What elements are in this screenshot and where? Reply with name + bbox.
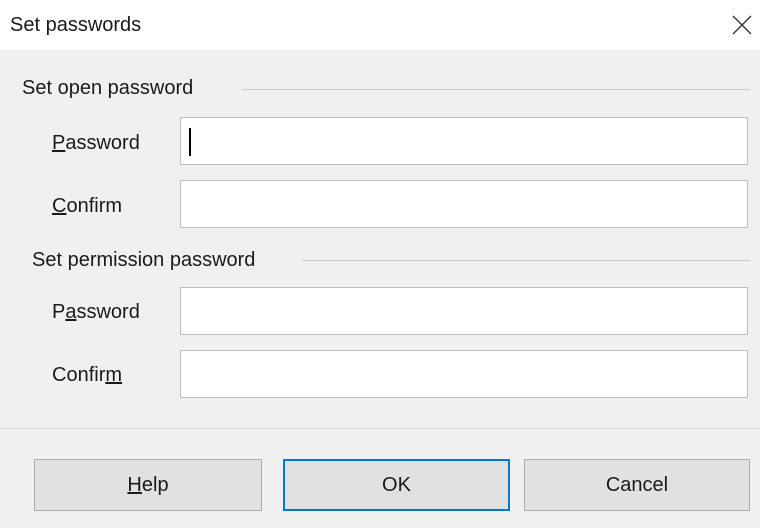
open-password-label-rest: assword bbox=[65, 132, 140, 154]
permission-password-heading: Set permission password bbox=[32, 248, 255, 272]
help-button-mnemonic: H bbox=[127, 473, 142, 496]
permission-confirm-label-pre: Confir bbox=[52, 364, 106, 386]
permission-password-label-pre: P bbox=[52, 301, 66, 323]
permission-password-label-mnemonic: a bbox=[65, 301, 77, 323]
permission-password-rule bbox=[302, 260, 750, 261]
ok-button[interactable]: OK bbox=[283, 459, 510, 511]
dialog-title: Set passwords bbox=[10, 14, 142, 36]
open-confirm-label-rest: onfirm bbox=[66, 195, 123, 217]
open-confirm-label-mnemonic: C bbox=[52, 195, 67, 217]
open-password-heading-text: Set open password bbox=[22, 77, 194, 99]
permission-confirm-input[interactable] bbox=[180, 350, 748, 398]
open-password-heading: Set open password bbox=[22, 76, 193, 100]
close-button[interactable] bbox=[725, 8, 759, 42]
help-button-label-rest: elp bbox=[141, 473, 169, 496]
text-caret bbox=[189, 128, 191, 156]
permission-confirm-label-mnemonic: m bbox=[105, 364, 123, 386]
open-password-input[interactable] bbox=[180, 117, 748, 165]
permission-password-heading-text: Set permission password bbox=[32, 249, 256, 271]
cancel-button[interactable]: Cancel bbox=[524, 459, 750, 511]
permission-password-label: Password bbox=[52, 300, 140, 324]
close-icon bbox=[732, 15, 752, 35]
open-password-rule bbox=[242, 89, 750, 90]
open-confirm-input[interactable] bbox=[180, 180, 748, 228]
permission-confirm-label: Confirm bbox=[52, 363, 122, 387]
permission-password-label-rest: ssword bbox=[76, 301, 140, 323]
open-password-label: Password bbox=[52, 131, 140, 155]
title-bar: Set passwords bbox=[0, 0, 760, 50]
open-confirm-label: Confirm bbox=[52, 194, 122, 218]
button-divider bbox=[0, 428, 760, 429]
permission-password-input[interactable] bbox=[180, 287, 748, 335]
open-password-label-mnemonic: P bbox=[52, 132, 66, 154]
help-button[interactable]: Help bbox=[34, 459, 262, 511]
